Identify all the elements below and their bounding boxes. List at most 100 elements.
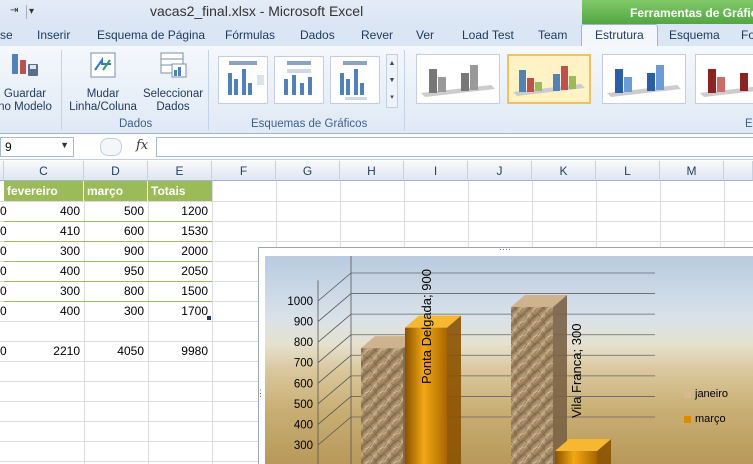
gridline — [317, 334, 352, 364]
table-cell[interactable]: 300 — [84, 301, 148, 321]
tab-format[interactable]: Fo — [741, 28, 753, 42]
chevron-down-icon[interactable]: ▼ — [60, 140, 69, 150]
chart-style-4[interactable] — [695, 54, 753, 104]
chart-style-3-icon — [607, 65, 681, 97]
table-cell[interactable]: 1530 — [148, 221, 212, 241]
table-cell[interactable]: 300 — [4, 241, 84, 261]
chart-tools-title: Ferramentas de Gráfico — [630, 6, 753, 20]
tab-insert[interactable]: Inserir — [37, 28, 70, 42]
chart-style-3[interactable] — [602, 54, 686, 104]
chart-style-2-icon — [513, 66, 585, 96]
column-header-m[interactable]: M — [660, 161, 724, 181]
table-cell[interactable]: 400 — [4, 261, 84, 281]
tab-data[interactable]: Dados — [300, 28, 335, 42]
column-header-i[interactable]: I — [404, 161, 468, 181]
column-header-k[interactable]: K — [532, 161, 596, 181]
column-header-j[interactable]: J — [468, 161, 532, 181]
table-cell[interactable]: 900 — [84, 241, 148, 261]
legend-swatch — [684, 415, 691, 423]
chart-resize-handle[interactable]: ⋮ — [256, 388, 265, 399]
select-data-label: Seleccionar Dados — [142, 88, 204, 113]
legend-item-janeiro[interactable]: janeiro — [684, 388, 728, 400]
tab-review[interactable]: Rever — [361, 28, 393, 42]
table-cell[interactable]: 1500 — [148, 281, 212, 301]
table-cell[interactable]: 1700 — [148, 301, 212, 321]
chart-style-2[interactable] — [507, 54, 591, 104]
chart-layout-3-icon — [340, 61, 367, 100]
table-cell[interactable]: 2050 — [148, 261, 212, 281]
table-cell[interactable]: 600 — [84, 221, 148, 241]
y-tick-label: 800 — [294, 337, 313, 349]
legend-item-marco[interactable]: março — [684, 413, 726, 425]
bar-janeiro-vila-franca — [511, 307, 553, 464]
chart-layouts-scroll[interactable]: ▲ ▼ ▾ — [386, 54, 398, 108]
tab-layout[interactable]: Esquema — [669, 28, 720, 42]
chart-layout-1-icon — [228, 61, 264, 95]
table-header-cell[interactable]: fevereiro — [4, 181, 84, 201]
column-header-d[interactable]: D — [84, 161, 148, 181]
total-cell[interactable]: 2210 — [4, 341, 84, 361]
table-cell[interactable]: 300 — [4, 281, 84, 301]
gridline — [317, 272, 352, 302]
total-cell[interactable]: 9980 — [148, 341, 212, 361]
legend-label: março — [695, 413, 726, 425]
tab-team[interactable]: Team — [538, 28, 567, 42]
column-header-c[interactable]: C — [4, 161, 84, 181]
chart-layout-3[interactable] — [330, 56, 380, 104]
table-cell[interactable]: 400 — [4, 301, 84, 321]
column-header-l[interactable]: L — [596, 161, 660, 181]
bar-marco-vila-franca — [555, 451, 597, 464]
chart-resize-handle[interactable]: ···· — [499, 244, 511, 254]
select-data-button[interactable]: Seleccionar Dados — [141, 50, 205, 114]
chart-object[interactable]: ···· ⋮ 300 400 500 600 700 800 900 1000 Ponta D… — [256, 244, 753, 464]
column-header-n[interactable] — [724, 161, 753, 181]
table-cell[interactable]: 410 — [4, 221, 84, 241]
table-cell[interactable]: 400 — [4, 201, 84, 221]
y-tick-label: 700 — [294, 358, 313, 370]
table-cell[interactable]: 950 — [84, 261, 148, 281]
table-resize-handle[interactable] — [207, 316, 211, 320]
name-box-splitter[interactable] — [100, 138, 122, 156]
tab-design[interactable]: Estrutura — [581, 24, 658, 47]
switch-row-column-button[interactable]: Mudar Linha/Coluna — [66, 50, 140, 114]
column-header-f[interactable]: F — [212, 161, 276, 181]
column-header-e[interactable]: E — [148, 161, 212, 181]
table-cell[interactable]: 2000 — [148, 241, 212, 261]
table-cell[interactable]: 500 — [84, 201, 148, 221]
table-border — [4, 221, 212, 222]
insert-function-icon[interactable]: fx — [136, 138, 148, 153]
chart-layout-1[interactable] — [218, 56, 268, 104]
group-label-data: Dados — [119, 118, 153, 130]
chart-style-1[interactable] — [416, 54, 500, 104]
tab-formulas[interactable]: Fórmulas — [225, 28, 275, 42]
tab-load-test[interactable]: Load Test — [462, 28, 514, 42]
tab-page-layout[interactable]: Esquema de Página — [97, 28, 205, 42]
total-cell[interactable]: 4050 — [84, 341, 148, 361]
formula-input[interactable] — [156, 137, 753, 157]
table-header-cell[interactable]: março — [84, 181, 148, 201]
chart-area[interactable]: 300 400 500 600 700 800 900 1000 Ponta Delgada;… — [265, 256, 753, 464]
table-cell[interactable]: 1200 — [148, 201, 212, 221]
ribbon-tabs: se Inserir Esquema de Página Fórmulas Da… — [0, 24, 753, 47]
save-as-template-button[interactable]: Guardar no Modelo — [0, 50, 56, 114]
table-header-cell[interactable]: Totais — [148, 181, 212, 201]
group-separator — [208, 50, 209, 130]
chart-layout-2[interactable] — [274, 56, 324, 104]
tab-view[interactable]: Ver — [416, 28, 434, 42]
column-header-g[interactable]: G — [276, 161, 340, 181]
ribbon: Guardar no Modelo Mudar Linha/Coluna Sel… — [0, 46, 753, 134]
name-box[interactable]: 9 ▼ — [0, 137, 74, 157]
redo-icon[interactable]: ⇥ — [10, 5, 18, 19]
tab-home[interactable]: se — [0, 28, 13, 42]
y-tick-label: 1000 — [287, 296, 313, 308]
column-header-h[interactable]: H — [340, 161, 404, 181]
legend-label: janeiro — [695, 388, 729, 400]
quick-access-toolbar: ⇥ ▾ — [0, 2, 44, 22]
data-label: Ponta Delgada; 900 — [419, 269, 434, 384]
data-label: Vila Franca; 300 — [569, 324, 584, 418]
customize-qat-button[interactable]: ▾ — [26, 5, 36, 19]
y-tick-label: 500 — [294, 399, 313, 411]
chart-style-4-icon — [700, 69, 753, 97]
column-chart-3d[interactable]: 300 400 500 600 700 800 900 1000 Ponta Delgada;… — [265, 256, 753, 464]
table-cell[interactable]: 800 — [84, 281, 148, 301]
